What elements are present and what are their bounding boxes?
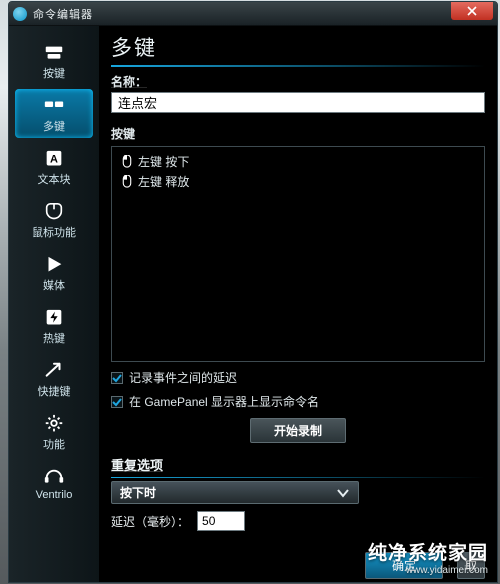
mouse-icon	[122, 155, 132, 168]
gear-icon	[43, 413, 65, 433]
delay-input[interactable]	[197, 511, 245, 531]
sidebar-item-label: 鼠标功能	[32, 224, 76, 240]
sidebar-item-multikey[interactable]: 多键	[15, 89, 93, 138]
chevron-down-icon	[336, 488, 350, 498]
svg-text:A: A	[50, 154, 58, 166]
key-list[interactable]: 左键 按下 左键 释放	[111, 146, 485, 362]
keys-panel: 按键 左键 按下 左键 释放	[111, 125, 485, 362]
editor-window: 命令编辑器 按键 多键 A 文本块	[8, 1, 498, 583]
start-record-button[interactable]: 开始录制	[250, 418, 346, 443]
sidebar-item-textblock[interactable]: A 文本块	[15, 142, 93, 191]
multikey-icon	[43, 95, 65, 115]
window-body: 按键 多键 A 文本块 鼠标功能	[9, 26, 497, 582]
sidebar-item-label: 文本块	[38, 171, 71, 187]
sidebar: 按键 多键 A 文本块 鼠标功能	[9, 26, 99, 582]
sidebar-item-hotkey[interactable]: 热键	[15, 301, 93, 350]
sidebar-item-label: 热键	[43, 330, 65, 346]
headset-icon	[43, 466, 65, 486]
delay-row: 延迟（毫秒）：	[111, 511, 485, 531]
key-event-row[interactable]: 左键 按下	[122, 153, 474, 170]
sidebar-item-label: 多键	[43, 118, 65, 134]
checkbox-record-delay[interactable]: 记录事件之间的延迟	[111, 369, 485, 386]
checkbox-label: 记录事件之间的延迟	[129, 369, 237, 386]
sidebar-item-label: 功能	[43, 436, 65, 452]
delay-label: 延迟（毫秒）：	[111, 513, 189, 530]
divider	[111, 477, 485, 478]
mouse-icon	[43, 201, 65, 221]
arrow-icon	[43, 360, 65, 380]
dialog-buttons: 确定 取	[365, 552, 485, 579]
mouse-icon	[122, 175, 132, 188]
text-icon: A	[43, 148, 65, 168]
titlebar: 命令编辑器	[9, 2, 497, 26]
sidebar-item-function[interactable]: 功能	[15, 407, 93, 456]
sidebar-item-mouse[interactable]: 鼠标功能	[15, 195, 93, 244]
sidebar-item-label: 快捷键	[38, 383, 71, 399]
sidebar-item-shortcut[interactable]: 快捷键	[15, 354, 93, 403]
name-input[interactable]	[111, 92, 485, 113]
section-title: 多键	[111, 32, 485, 62]
checkbox-label: 在 GamePanel 显示器上显示命令名	[129, 393, 319, 410]
main-panel: 多键 名称： 按键 左键 按下 左键 释放	[99, 26, 497, 582]
ok-button[interactable]: 确定	[365, 552, 443, 579]
keys-label: 按键	[111, 125, 485, 142]
repeat-mode-select[interactable]: 按下时	[111, 481, 359, 504]
cancel-button[interactable]: 取	[457, 552, 485, 579]
checkbox-icon	[111, 396, 123, 408]
checkbox-show-name[interactable]: 在 GamePanel 显示器上显示命令名	[111, 393, 485, 410]
sidebar-item-media[interactable]: 媒体	[15, 248, 93, 297]
key-event-text: 左键 释放	[138, 173, 189, 190]
window-title: 命令编辑器	[33, 6, 451, 22]
name-label: 名称：	[111, 73, 485, 90]
close-icon	[467, 6, 477, 16]
app-icon	[13, 7, 27, 21]
bolt-icon	[43, 307, 65, 327]
sidebar-item-keystroke[interactable]: 按键	[15, 36, 93, 85]
keystroke-icon	[43, 42, 65, 62]
checkbox-icon	[111, 372, 123, 384]
sidebar-item-label: Ventrilo	[36, 489, 73, 501]
play-icon	[43, 254, 65, 274]
key-event-row[interactable]: 左键 释放	[122, 173, 474, 190]
sidebar-item-ventrilo[interactable]: Ventrilo	[15, 460, 93, 505]
select-value: 按下时	[120, 484, 156, 501]
sidebar-item-label: 按键	[43, 65, 65, 81]
sidebar-item-label: 媒体	[43, 277, 65, 293]
repeat-title: 重复选项	[111, 455, 485, 474]
divider	[111, 65, 485, 67]
key-event-text: 左键 按下	[138, 153, 189, 170]
close-button[interactable]	[451, 2, 493, 20]
